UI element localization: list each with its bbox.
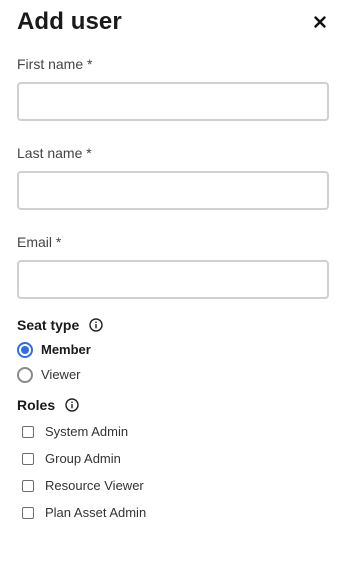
checkbox-group-admin[interactable] [22,452,34,465]
checkbox-resource-viewer[interactable] [22,479,34,492]
role-group-admin[interactable]: Group Admin [17,445,329,472]
radio-viewer[interactable] [17,366,33,383]
roles-label: Roles [17,397,56,413]
add-user-panel: Add user First name * Last name * Email … [0,0,352,584]
radio-member[interactable] [17,341,33,358]
seat-type-member-radio[interactable]: Member [17,337,329,362]
role-label: Group Admin [45,451,121,466]
last-name-input[interactable] [17,171,329,210]
close-icon [314,16,326,28]
dialog-title: Add user [17,8,122,35]
role-label: Resource Viewer [45,478,144,493]
email-input[interactable] [17,260,329,299]
role-system-admin[interactable]: System Admin [17,418,329,445]
seat-type-viewer-radio[interactable]: Viewer [17,362,329,387]
seat-type-label: Seat type [17,317,80,333]
email-field: Email * [17,234,329,299]
radio-member-label: Member [41,342,91,357]
close-button[interactable] [312,14,328,30]
radio-viewer-label: Viewer [41,367,81,382]
first-name-input[interactable] [17,82,329,121]
role-label: System Admin [45,424,129,439]
role-resource-viewer[interactable]: Resource Viewer [17,472,329,499]
checkbox-system-admin[interactable] [22,425,34,438]
first-name-label: First name * [17,56,93,72]
roles-heading: Roles [17,397,329,413]
info-icon[interactable] [65,398,79,412]
info-icon[interactable] [89,318,103,332]
last-name-field: Last name * [17,145,329,210]
role-plan-asset-admin[interactable]: Plan Asset Admin [17,499,329,526]
last-name-label: Last name * [17,145,92,161]
seat-type-heading: Seat type [17,317,329,333]
checkbox-plan-asset-admin[interactable] [22,506,34,519]
first-name-field: First name * [17,56,329,121]
role-label: Plan Asset Admin [45,505,147,520]
dialog-header: Add user [17,0,329,48]
email-label: Email * [17,234,62,250]
